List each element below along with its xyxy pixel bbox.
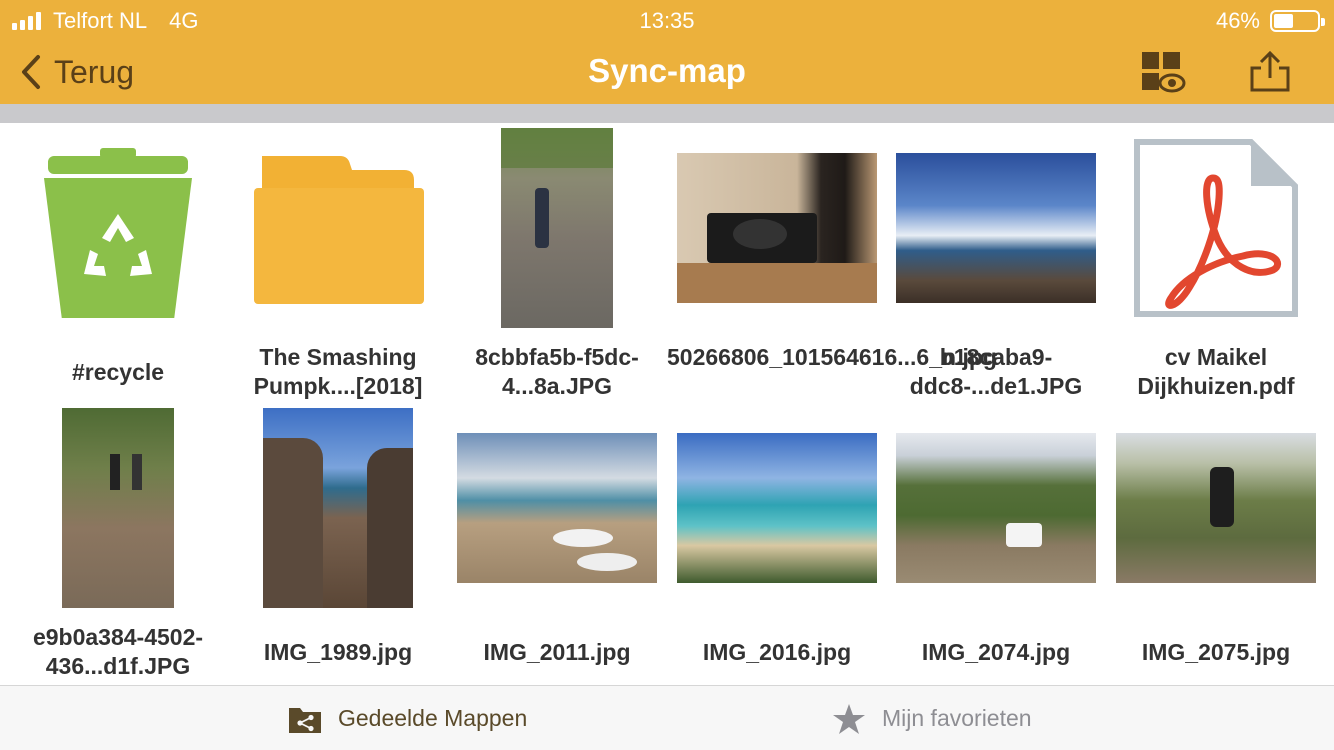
share-button[interactable] bbox=[1248, 50, 1292, 94]
photo-thumbnail bbox=[62, 408, 174, 608]
file-name: IMG_2016.jpg bbox=[702, 639, 852, 665]
star-icon bbox=[833, 703, 865, 734]
file-name: IMG_2075.jpg bbox=[1141, 639, 1291, 665]
file-grid: #recycle The Smashing Pumpk....[2018] 8c… bbox=[0, 123, 1334, 685]
file-item-photo[interactable]: 8cbbfa5b-f5dc-4...8a.JPG bbox=[447, 123, 667, 399]
tab-bar: Gedeelde Mappen Mijn favorieten bbox=[0, 685, 1334, 750]
file-item-folder[interactable]: The Smashing Pumpk....[2018] bbox=[228, 123, 448, 399]
file-item-photo[interactable]: b18caba9-ddc8-...de1.JPG bbox=[886, 123, 1106, 399]
file-name: IMG_2011.jpg bbox=[483, 639, 631, 665]
file-name: IMG_2074.jpg bbox=[921, 639, 1071, 665]
photo-thumbnail bbox=[677, 153, 877, 303]
header: Telfort NL 4G 13:35 46% Terug Sync-map bbox=[0, 0, 1334, 104]
file-thumbnail bbox=[447, 403, 667, 613]
file-name: IMG_1989.jpg bbox=[263, 639, 413, 665]
file-item-recycle[interactable]: #recycle bbox=[8, 123, 228, 393]
file-item-photo[interactable]: IMG_2016.jpg bbox=[667, 403, 887, 673]
file-name: The Smashing Pumpk....[2018] bbox=[253, 344, 423, 399]
navigation-bar: Terug Sync-map bbox=[0, 40, 1334, 104]
file-thumbnail bbox=[8, 123, 228, 333]
file-thumbnail bbox=[1106, 403, 1326, 613]
recycle-bin-icon bbox=[44, 148, 192, 318]
folder-icon bbox=[254, 156, 424, 304]
file-thumbnail bbox=[667, 123, 887, 333]
file-thumbnail bbox=[1106, 123, 1326, 333]
photo-thumbnail bbox=[677, 433, 877, 583]
tab-favorites[interactable]: Mijn favorieten bbox=[832, 686, 1032, 750]
status-time: 13:35 bbox=[639, 8, 695, 33]
header-divider bbox=[0, 104, 1334, 123]
file-thumbnail bbox=[228, 123, 448, 333]
battery-percentage: 46% bbox=[1215, 8, 1260, 33]
photo-thumbnail bbox=[263, 408, 413, 608]
grid-eye-icon bbox=[1142, 52, 1186, 93]
file-name: #recycle bbox=[71, 359, 165, 385]
file-item-photo[interactable]: IMG_2075.jpg bbox=[1106, 403, 1326, 673]
file-item-photo[interactable]: IMG_2011.jpg bbox=[447, 403, 667, 673]
file-name: e9b0a384-4502-436...d1f.JPG bbox=[32, 624, 204, 679]
battery-level-fill bbox=[1274, 14, 1293, 28]
shared-folder-icon bbox=[289, 707, 321, 733]
status-right: 46% bbox=[1215, 8, 1325, 34]
file-name: 50266806_101564616...6_n.jpg bbox=[667, 344, 997, 370]
view-mode-button[interactable] bbox=[1140, 50, 1186, 94]
share-icon bbox=[1250, 50, 1290, 92]
page-title: Sync-map bbox=[588, 52, 746, 89]
file-thumbnail bbox=[447, 123, 667, 333]
battery-tip bbox=[1321, 18, 1325, 26]
file-thumbnail bbox=[667, 403, 887, 613]
file-item-photo[interactable]: 50266806_101564616...6_n.jpg bbox=[667, 123, 997, 393]
file-thumbnail bbox=[886, 123, 1106, 333]
tab-shared-folders[interactable]: Gedeelde Mappen bbox=[288, 686, 527, 750]
file-item-pdf[interactable]: cv Maikel Dijkhuizen.pdf bbox=[1106, 123, 1326, 399]
file-thumbnail bbox=[8, 403, 228, 613]
status-bar: Telfort NL 4G 13:35 46% bbox=[0, 0, 1334, 40]
file-name: b18caba9-ddc8-...de1.JPG bbox=[909, 344, 1083, 399]
file-name: 8cbbfa5b-f5dc-4...8a.JPG bbox=[475, 344, 639, 399]
photo-thumbnail bbox=[896, 433, 1096, 583]
tab-label: Gedeelde Mappen bbox=[338, 705, 528, 731]
app-window: Telfort NL 4G 13:35 46% Terug Sync-map #… bbox=[0, 0, 1334, 750]
file-thumbnail bbox=[886, 403, 1106, 613]
photo-thumbnail bbox=[501, 128, 613, 328]
file-item-photo[interactable]: e9b0a384-4502-436...d1f.JPG bbox=[8, 403, 228, 679]
tab-label: Mijn favorieten bbox=[882, 705, 1032, 731]
photo-thumbnail bbox=[457, 433, 657, 583]
photo-thumbnail bbox=[1116, 433, 1316, 583]
file-name: cv Maikel Dijkhuizen.pdf bbox=[1137, 344, 1295, 399]
pdf-file-icon bbox=[1134, 139, 1298, 317]
battery-icon bbox=[1270, 10, 1325, 32]
file-item-photo[interactable]: IMG_2074.jpg bbox=[886, 403, 1106, 673]
file-item-photo[interactable]: IMG_1989.jpg bbox=[228, 403, 448, 673]
photo-thumbnail bbox=[896, 153, 1096, 303]
file-thumbnail bbox=[228, 403, 448, 613]
